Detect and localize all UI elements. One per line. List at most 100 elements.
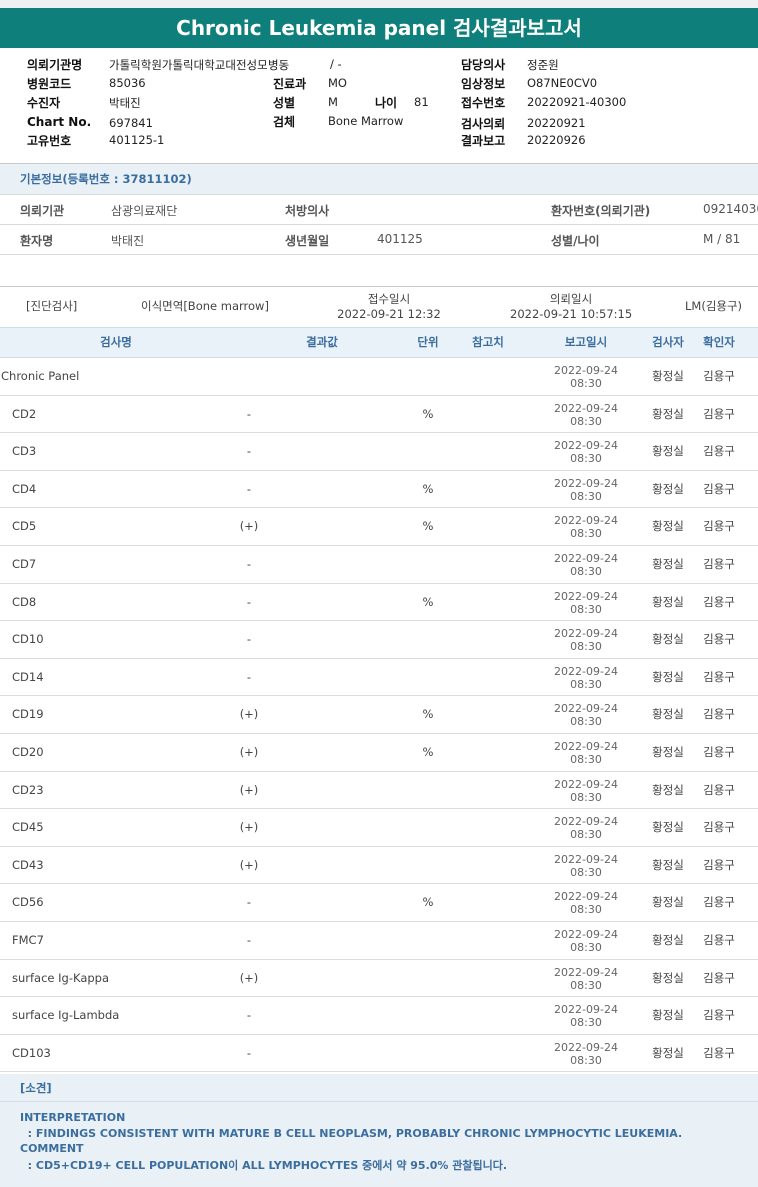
report-datetime: 2022-09-24 08:30 bbox=[536, 1003, 636, 1029]
report-date: 2022-09-24 bbox=[554, 965, 618, 979]
result-value: (+) bbox=[239, 707, 259, 722]
confirmer: 김용구 bbox=[703, 857, 735, 872]
lab-department: LM(김용구) bbox=[685, 299, 743, 313]
result-value: - bbox=[246, 556, 252, 571]
ward-value: / - bbox=[330, 57, 342, 71]
report-datetime: 2022-09-24 08:30 bbox=[536, 740, 636, 766]
result-value: - bbox=[246, 1008, 252, 1023]
report-title: Chronic Leukemia panel 검사결과보고서 bbox=[0, 8, 758, 48]
unit: % bbox=[422, 406, 434, 421]
report-time: 08:30 bbox=[570, 677, 602, 691]
institution-label: 의뢰기관 bbox=[20, 204, 65, 218]
report-time: 08:30 bbox=[570, 940, 602, 954]
age-label: 나이 bbox=[375, 96, 398, 110]
test-name: CD4 bbox=[12, 481, 37, 496]
tester: 황정실 bbox=[652, 744, 684, 759]
report-datetime: 2022-09-24 08:30 bbox=[536, 402, 636, 428]
age-value: 81 bbox=[414, 95, 429, 109]
unit: % bbox=[422, 744, 434, 759]
test-name: CD10 bbox=[12, 632, 44, 647]
unique-no-label: 고유번호 bbox=[27, 134, 72, 148]
tester: 황정실 bbox=[652, 782, 684, 797]
sex-label: 성별 bbox=[273, 96, 296, 110]
report-datetime: 2022-09-24 08:30 bbox=[536, 627, 636, 653]
result-value: - bbox=[246, 895, 252, 910]
test-name: Chronic Panel bbox=[1, 369, 80, 383]
table-row: CD2 -% 황정실 김용구 2022-09-24 08:30 bbox=[0, 396, 758, 434]
result-value: - bbox=[246, 669, 252, 684]
table-row: CD56 -% 황정실 김용구 2022-09-24 08:30 bbox=[0, 884, 758, 922]
col-header-confirmer: 확인자 bbox=[703, 335, 735, 349]
patient-name-label: 환자명 bbox=[20, 234, 54, 248]
report-datetime: 2022-09-24 08:30 bbox=[536, 364, 636, 390]
table-row: CD7 - 황정실 김용구 2022-09-24 08:30 bbox=[0, 546, 758, 584]
report-time: 08:30 bbox=[570, 903, 602, 917]
report-time: 08:30 bbox=[570, 1016, 602, 1030]
report-date: 2022-09-24 bbox=[554, 1040, 618, 1054]
receipt-no-label: 접수번호 bbox=[461, 96, 506, 110]
test-name: CD3 bbox=[12, 444, 37, 459]
specimen-label: 검체 bbox=[273, 115, 296, 129]
request-date-value: 20220921 bbox=[527, 116, 586, 130]
report-time: 08:30 bbox=[570, 1053, 602, 1067]
tester: 황정실 bbox=[652, 369, 684, 383]
report-time: 08:30 bbox=[570, 414, 602, 428]
request-date-label: 검사의뢰 bbox=[461, 117, 506, 131]
confirmer: 김용구 bbox=[703, 932, 735, 947]
unit: % bbox=[422, 707, 434, 722]
confirmer: 김용구 bbox=[703, 707, 735, 722]
report-date: 2022-09-24 bbox=[554, 777, 618, 791]
tester: 황정실 bbox=[652, 857, 684, 872]
unit: % bbox=[422, 594, 434, 609]
ward-label: 병동 bbox=[268, 58, 290, 72]
received-datetime: 2022-09-21 12:32 bbox=[337, 307, 441, 321]
result-value: (+) bbox=[239, 820, 259, 835]
confirmer: 김용구 bbox=[703, 782, 735, 797]
report-date: 2022-09-24 bbox=[554, 739, 618, 753]
report-date: 2022-09-24 bbox=[554, 852, 618, 866]
confirmer: 김용구 bbox=[703, 970, 735, 985]
report-date-label: 결과보고 bbox=[461, 134, 506, 148]
tester: 황정실 bbox=[652, 669, 684, 684]
report-time: 08:30 bbox=[570, 564, 602, 578]
requested-datetime: 2022-09-21 10:57:15 bbox=[510, 307, 633, 321]
table-row: CD8 -% 황정실 김용구 2022-09-24 08:30 bbox=[0, 584, 758, 622]
basic-info-title: 기본정보(등록번호 : 37811102) bbox=[0, 164, 758, 194]
report-date: 2022-09-24 bbox=[554, 514, 618, 528]
tester: 황정실 bbox=[652, 970, 684, 985]
confirmer: 김용구 bbox=[703, 632, 735, 647]
patient-label: 수진자 bbox=[27, 96, 61, 110]
table-row: CD10 - 황정실 김용구 2022-09-24 08:30 bbox=[0, 621, 758, 659]
opinion-line: INTERPRETATION bbox=[20, 1111, 126, 1124]
report-date: 2022-09-24 bbox=[554, 815, 618, 829]
table-row: CD19 (+)% 황정실 김용구 2022-09-24 08:30 bbox=[0, 696, 758, 734]
tester: 황정실 bbox=[652, 519, 684, 534]
test-name: CD2 bbox=[12, 406, 37, 421]
unique-no-value: 401125-1 bbox=[109, 133, 165, 147]
report-datetime: 2022-09-24 08:30 bbox=[536, 477, 636, 503]
report-datetime: 2022-09-24 08:30 bbox=[536, 966, 636, 992]
unit: % bbox=[422, 481, 434, 496]
patient-name-value: 박태진 bbox=[111, 234, 145, 248]
results-table-body: Chronic Panel 황정실 김용구 2022-09-24 08:30 CD2-% 황… bbox=[0, 358, 758, 1073]
report-date: 2022-09-24 bbox=[554, 551, 618, 565]
col-header-test-name: 검사명 bbox=[100, 335, 132, 349]
opinion-line: : FINDINGS CONSISTENT WITH MATURE B CELL… bbox=[20, 1127, 683, 1140]
unit: % bbox=[422, 519, 434, 534]
tester: 황정실 bbox=[652, 406, 684, 421]
col-header-unit: 단위 bbox=[417, 335, 439, 349]
hospital-code-label: 병원코드 bbox=[27, 77, 72, 91]
divider bbox=[0, 224, 758, 225]
institution-value: 삼광의료재단 bbox=[111, 204, 178, 218]
report-date: 2022-09-24 bbox=[554, 890, 618, 904]
table-row: CD23 (+) 황정실 김용구 2022-09-24 08:30 bbox=[0, 772, 758, 810]
test-name: CD23 bbox=[12, 782, 44, 797]
table-row: CD5 (+)% 황정실 김용구 2022-09-24 08:30 bbox=[0, 508, 758, 546]
sex-age-label: 성별/나이 bbox=[551, 234, 600, 248]
report-datetime: 2022-09-24 08:30 bbox=[536, 590, 636, 616]
unit: % bbox=[422, 895, 434, 910]
report-date: 2022-09-24 bbox=[554, 1003, 618, 1017]
opinion-header: [소견] bbox=[0, 1074, 758, 1102]
table-row: surface Ig-Kappa (+) 황정실 김용구 2022-09-24 08:30 bbox=[0, 960, 758, 998]
report-date: 2022-09-24 bbox=[554, 401, 618, 415]
